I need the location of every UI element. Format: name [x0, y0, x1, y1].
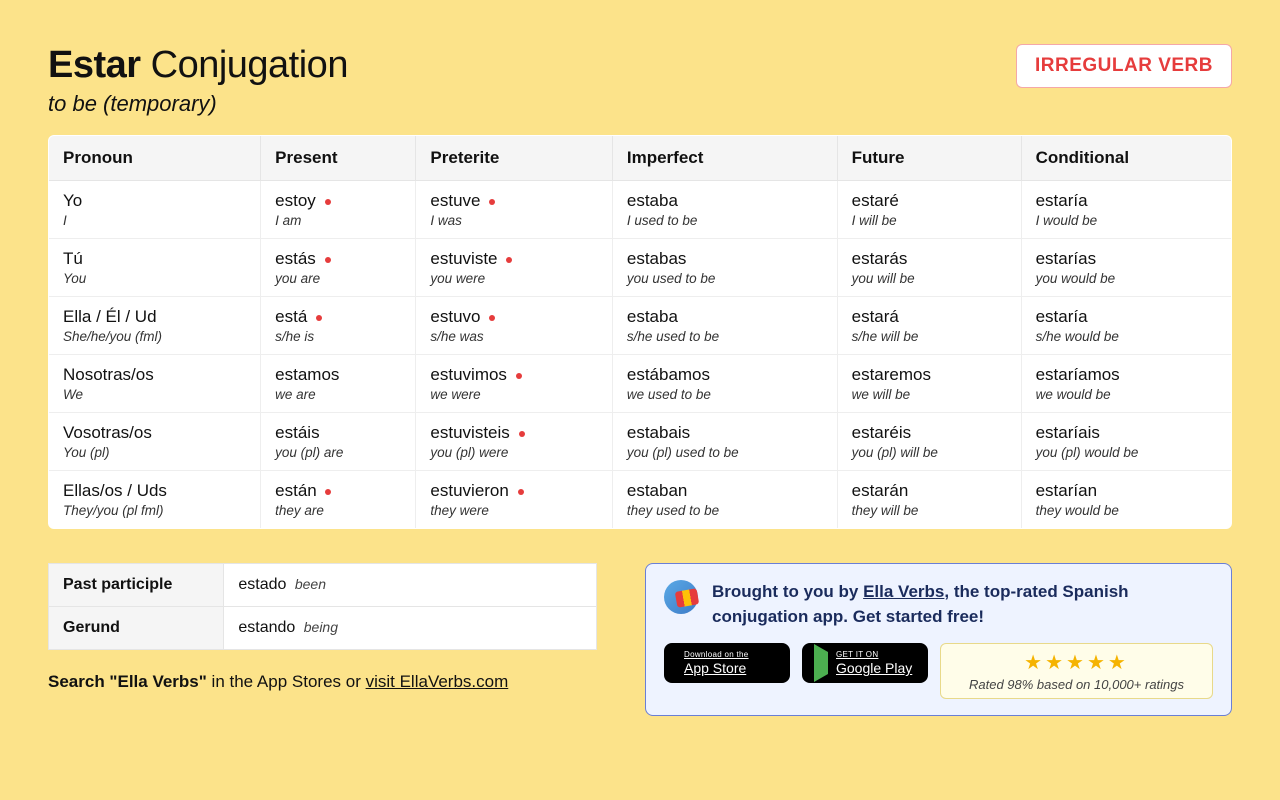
column-header: Imperfect [612, 136, 837, 181]
conjugation-cell: estuviste you were [416, 239, 612, 297]
forms-table: Past participle estado been Gerund estan… [48, 563, 597, 650]
title-suffix: Conjugation [151, 44, 348, 86]
past-participle-label: Past participle [49, 564, 224, 607]
table-body: YoIestoy I amestuve I wasestabaI used to… [49, 181, 1232, 529]
left-column: Past participle estado been Gerund estan… [48, 563, 597, 692]
globe-icon [664, 580, 698, 614]
conjugation-cell: están they are [261, 471, 416, 529]
column-header: Future [837, 136, 1021, 181]
irregular-dot-icon [316, 315, 322, 321]
search-line: Search "Ella Verbs" in the App Stores or… [48, 672, 597, 692]
pronoun-cell: Vosotras/osYou (pl) [49, 413, 261, 471]
irregular-dot-icon [325, 257, 331, 263]
pronoun-cell: YoI [49, 181, 261, 239]
promo-text: Brought to you by Ella Verbs, the top-ra… [712, 580, 1213, 629]
irregular-dot-icon [489, 315, 495, 321]
conjugation-cell: estamoswe are [261, 355, 416, 413]
irregular-dot-icon [506, 257, 512, 263]
verb-name: Estar [48, 44, 141, 86]
conjugation-cell: está s/he is [261, 297, 416, 355]
conjugation-cell: estuvo s/he was [416, 297, 612, 355]
conjugation-cell: estaríaisyou (pl) would be [1021, 413, 1231, 471]
irregular-dot-icon [519, 431, 525, 437]
pronoun-cell: TúYou [49, 239, 261, 297]
play-icon [814, 652, 828, 675]
pronoun-cell: Ella / Él / UdShe/he/you (fml) [49, 297, 261, 355]
table-row: YoIestoy I amestuve I wasestabaI used to… [49, 181, 1232, 239]
search-rest: in the App Stores or [207, 672, 366, 691]
conjugation-cell: estaríasyou would be [1021, 239, 1231, 297]
conjugation-cell: estuve I was [416, 181, 612, 239]
irregular-dot-icon [489, 199, 495, 205]
conjugation-cell: estaréI will be [837, 181, 1021, 239]
pronoun-cell: Ellas/os / UdsThey/you (pl fml) [49, 471, 261, 529]
bottom-section: Past participle estado been Gerund estan… [48, 563, 1232, 716]
irregular-dot-icon [325, 489, 331, 495]
column-header: Conditional [1021, 136, 1231, 181]
promo-top: Brought to you by Ella Verbs, the top-ra… [664, 580, 1213, 629]
column-header: Present [261, 136, 416, 181]
conjugation-cell: estaríaI would be [1021, 181, 1231, 239]
table-row: TúYouestás you areestuviste you wereesta… [49, 239, 1232, 297]
table-row: Ellas/os / UdsThey/you (pl fml)están the… [49, 471, 1232, 529]
page-title: Estar Conjugation [48, 44, 348, 87]
conjugation-cell: estaránthey will be [837, 471, 1021, 529]
table-row: Nosotras/osWeestamoswe areestuvimos we w… [49, 355, 1232, 413]
gerund-row: Gerund estando being [49, 607, 597, 650]
conjugation-cell: estaremoswe will be [837, 355, 1021, 413]
irregular-dot-icon [518, 489, 524, 495]
visit-link[interactable]: visit EllaVerbs.com [366, 672, 509, 691]
past-participle-row: Past participle estado been [49, 564, 597, 607]
gerund-value: estando being [224, 607, 597, 650]
conjugation-cell: estábamoswe used to be [612, 355, 837, 413]
conjugation-cell: estarás/he will be [837, 297, 1021, 355]
search-strong: Search "Ella Verbs" [48, 672, 207, 691]
ella-verbs-link[interactable]: Ella Verbs [863, 582, 944, 601]
table-row: Vosotras/osYou (pl)estáisyou (pl) areest… [49, 413, 1232, 471]
pronoun-cell: Nosotras/osWe [49, 355, 261, 413]
conjugation-cell: estabasyou used to be [612, 239, 837, 297]
appstore-button[interactable]: Download on the App Store [664, 643, 790, 683]
irregular-dot-icon [516, 373, 522, 379]
conjugation-cell: estarásyou will be [837, 239, 1021, 297]
conjugation-cell: estabanthey used to be [612, 471, 837, 529]
column-header: Preterite [416, 136, 612, 181]
irregular-badge: IRREGULAR VERB [1016, 44, 1232, 88]
promo-box: Brought to you by Ella Verbs, the top-ra… [645, 563, 1232, 716]
conjugation-cell: estás you are [261, 239, 416, 297]
conjugation-cell: estaréisyou (pl) will be [837, 413, 1021, 471]
subtitle: to be (temporary) [48, 91, 348, 117]
irregular-dot-icon [325, 199, 331, 205]
conjugation-cell: estaríamoswe would be [1021, 355, 1231, 413]
table-row: Ella / Él / UdShe/he/you (fml)está s/he … [49, 297, 1232, 355]
conjugation-cell: estuvieron they were [416, 471, 612, 529]
conjugation-cell: estaríanthey would be [1021, 471, 1231, 529]
googleplay-button[interactable]: GET IT ON Google Play [802, 643, 928, 683]
header: Estar Conjugation to be (temporary) IRRE… [48, 44, 1232, 117]
conjugation-cell: estuvisteis you (pl) were [416, 413, 612, 471]
conjugation-cell: estuvimos we were [416, 355, 612, 413]
conjugation-cell: estoy I am [261, 181, 416, 239]
conjugation-cell: estabaI used to be [612, 181, 837, 239]
rating-text: Rated 98% based on 10,000+ ratings [969, 677, 1184, 692]
gerund-label: Gerund [49, 607, 224, 650]
conjugation-cell: estarías/he would be [1021, 297, 1231, 355]
conjugation-cell: estabas/he used to be [612, 297, 837, 355]
conjugation-cell: estabaisyou (pl) used to be [612, 413, 837, 471]
stars-icon: ★★★★★ [1024, 650, 1129, 675]
column-header: Pronoun [49, 136, 261, 181]
conjugation-table: PronounPresentPreteriteImperfectFutureCo… [48, 135, 1232, 529]
rating-box: ★★★★★ Rated 98% based on 10,000+ ratings [940, 643, 1213, 699]
conjugation-cell: estáisyou (pl) are [261, 413, 416, 471]
title-block: Estar Conjugation to be (temporary) [48, 44, 348, 117]
promo-bottom: Download on the App Store GET IT ON Goog… [664, 643, 1213, 699]
table-header-row: PronounPresentPreteriteImperfectFutureCo… [49, 136, 1232, 181]
past-participle-value: estado been [224, 564, 597, 607]
